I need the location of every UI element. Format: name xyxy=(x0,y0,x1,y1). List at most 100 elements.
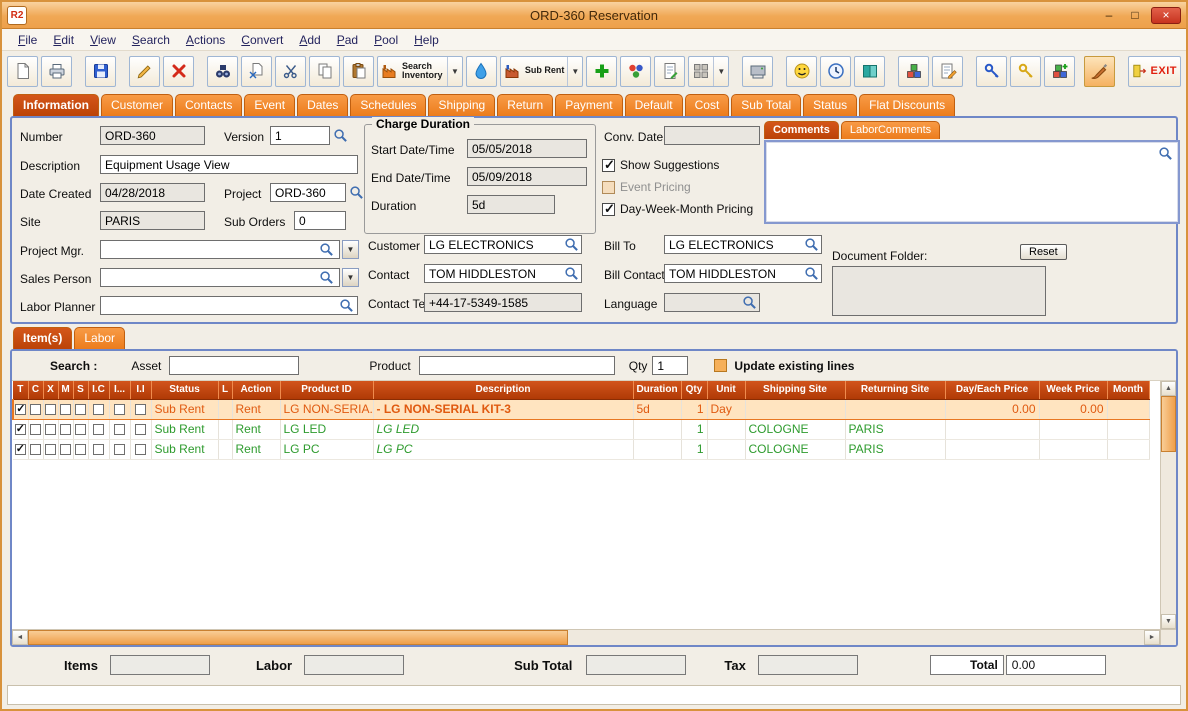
col-s[interactable]: S xyxy=(73,381,89,400)
row-select-checkbox[interactable] xyxy=(14,442,26,456)
row-select-checkbox[interactable] xyxy=(14,422,26,436)
col-description[interactable]: Description xyxy=(373,381,634,400)
duration-field[interactable] xyxy=(467,195,555,214)
comments-textarea[interactable] xyxy=(764,140,1180,224)
tab-schedules[interactable]: Schedules xyxy=(350,94,427,116)
col-duration[interactable]: Duration xyxy=(633,381,682,400)
table-row[interactable]: Sub Rent Rent LG LED LG LED 1 COLOGNE PA… xyxy=(13,419,1150,440)
tab-status[interactable]: Status xyxy=(803,94,858,116)
edit-notes-button[interactable] xyxy=(932,55,964,87)
reset-button[interactable]: Reset xyxy=(1020,244,1067,260)
row-checkbox[interactable] xyxy=(114,444,125,456)
conv-date-field[interactable] xyxy=(664,126,760,145)
row-checkbox[interactable] xyxy=(93,424,104,436)
menu-pad[interactable]: Pad xyxy=(329,31,366,49)
document-folder-box[interactable] xyxy=(832,266,1046,316)
comments-lookup-button[interactable] xyxy=(1157,145,1174,162)
col-ii[interactable]: I.I xyxy=(130,381,152,400)
schedule-button[interactable] xyxy=(820,55,852,87)
note-button[interactable] xyxy=(654,55,686,87)
menu-help[interactable]: Help xyxy=(406,31,447,49)
day-week-month-checkbox[interactable] xyxy=(602,201,615,217)
total-field[interactable]: 0.00 xyxy=(1005,655,1106,675)
row-select-checkbox[interactable] xyxy=(15,402,27,416)
row-checkbox[interactable] xyxy=(135,404,146,416)
row-checkbox[interactable] xyxy=(60,444,71,456)
col-c[interactable]: C xyxy=(28,381,44,400)
col-ic[interactable]: I.C xyxy=(88,381,110,400)
col-t[interactable]: T xyxy=(13,381,29,400)
cut-lines-button[interactable] xyxy=(241,55,272,87)
row-checkbox[interactable] xyxy=(75,424,86,436)
fill-button[interactable] xyxy=(465,55,497,87)
sub-total-field[interactable] xyxy=(586,655,687,675)
tab-items[interactable]: Item(s) xyxy=(13,327,73,349)
scroll-up-arrow[interactable]: ▲ xyxy=(1161,381,1176,396)
sub-orders-field[interactable] xyxy=(294,211,346,230)
paste-button[interactable] xyxy=(343,55,374,87)
show-suggestions-checkbox[interactable] xyxy=(602,157,615,173)
sales-person-dropdown-button[interactable]: ▼ xyxy=(342,268,359,287)
row-checkbox[interactable] xyxy=(114,424,125,436)
menu-add[interactable]: Add xyxy=(291,31,328,49)
sub-rent-button[interactable]: Sub Rent ▼ xyxy=(499,55,584,87)
tab-sub-total[interactable]: Sub Total xyxy=(731,94,802,116)
delete-button[interactable] xyxy=(163,55,194,87)
scroll-down-arrow[interactable]: ▼ xyxy=(1161,614,1176,629)
tab-comments[interactable]: Comments xyxy=(764,121,839,139)
chevron-down-icon[interactable]: ▼ xyxy=(447,56,459,86)
bill-contact-lookup-button[interactable] xyxy=(803,265,820,282)
labor-planner-lookup-button[interactable] xyxy=(338,297,355,314)
customer-lookup-button[interactable] xyxy=(563,236,580,253)
contact-field[interactable] xyxy=(424,264,582,283)
version-lookup-button[interactable] xyxy=(332,127,349,144)
col-day-each-price[interactable]: Day/Each Price xyxy=(945,381,1040,400)
date-created-field[interactable] xyxy=(100,183,205,202)
pool-button[interactable] xyxy=(620,55,652,87)
close-button[interactable]: × xyxy=(1151,6,1181,24)
search-inventory-button[interactable]: Search Inventory ▼ xyxy=(377,55,463,87)
tax-field[interactable] xyxy=(757,655,858,675)
table-row[interactable]: Sub Rent Rent LG PC LG PC 1 COLOGNE PARI… xyxy=(13,439,1150,460)
key-yellow-button[interactable] xyxy=(1010,55,1042,87)
menu-search[interactable]: Search xyxy=(124,31,178,49)
row-checkbox[interactable] xyxy=(135,424,146,436)
print-button[interactable] xyxy=(41,55,72,87)
col-action[interactable]: Action xyxy=(232,381,281,400)
qty-input[interactable] xyxy=(652,356,689,375)
save-button[interactable] xyxy=(85,55,116,87)
row-checkbox[interactable] xyxy=(93,404,104,416)
tab-default[interactable]: Default xyxy=(624,94,683,116)
maximize-button[interactable]: □ xyxy=(1125,7,1145,24)
exit-button[interactable]: EXIT xyxy=(1127,55,1181,87)
new-document-button[interactable] xyxy=(7,55,38,87)
col-qty[interactable]: Qty xyxy=(681,381,708,400)
tab-event[interactable]: Event xyxy=(244,94,296,116)
contact-tel-field[interactable] xyxy=(424,293,582,312)
row-checkbox[interactable] xyxy=(45,444,56,456)
tab-customer[interactable]: Customer xyxy=(101,94,174,116)
tab-labor-comments[interactable]: LaborComments xyxy=(840,121,941,139)
table-row[interactable]: Sub Rent Rent LG NON-SERIA... - LG NON-S… xyxy=(12,398,1150,420)
col-unit[interactable]: Unit xyxy=(707,381,746,400)
asset-search-input[interactable] xyxy=(169,356,300,375)
menu-actions[interactable]: Actions xyxy=(178,31,233,49)
row-checkbox[interactable] xyxy=(30,424,41,436)
col-l[interactable]: L xyxy=(218,381,233,400)
project-mgr-lookup-button[interactable] xyxy=(318,241,335,258)
sales-person-lookup-button[interactable] xyxy=(318,269,335,286)
chevron-down-icon[interactable]: ▼ xyxy=(567,56,579,86)
tab-information[interactable]: Information xyxy=(13,94,99,116)
row-checkbox[interactable] xyxy=(135,444,146,456)
row-checkbox[interactable] xyxy=(30,404,41,416)
row-checkbox[interactable] xyxy=(75,444,86,456)
end-date-field[interactable] xyxy=(467,167,587,186)
col-x[interactable]: X xyxy=(43,381,59,400)
tab-shipping[interactable]: Shipping xyxy=(428,94,496,116)
col-status[interactable]: Status xyxy=(151,381,219,400)
tab-flat-discounts[interactable]: Flat Discounts xyxy=(859,94,956,116)
cut-button[interactable] xyxy=(275,55,306,87)
project-lookup-button[interactable] xyxy=(348,184,365,201)
menu-pool[interactable]: Pool xyxy=(366,31,406,49)
tab-contacts[interactable]: Contacts xyxy=(175,94,243,116)
